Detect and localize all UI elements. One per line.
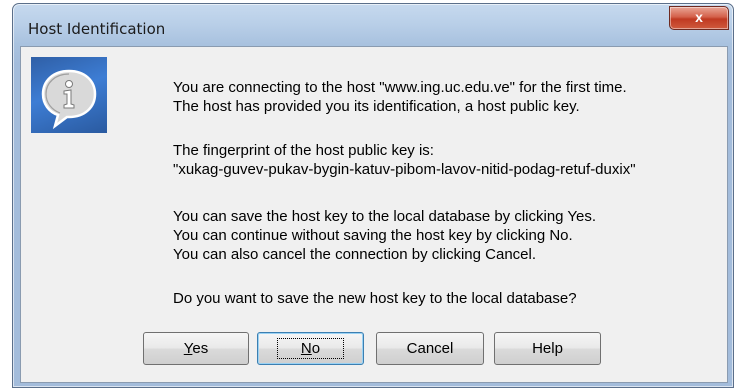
fingerprint-text: "xukag-guvev-pukav-bygin-katuv-pibom-lav… [173, 161, 636, 178]
info-speech-bubble-icon [31, 57, 107, 133]
info-icon-graphic [41, 69, 97, 130]
no-label: o [311, 340, 321, 357]
title-bar[interactable]: Host Identification x [13, 4, 733, 40]
question-text: Do you want to save the new host key to … [173, 290, 577, 307]
no-label-focus: No [276, 338, 345, 359]
cancel-button[interactable]: Cancel [376, 332, 484, 365]
yes-label: es [192, 340, 209, 357]
window-title: Host Identification [28, 20, 166, 38]
message-line-3: The fingerprint of the host public key i… [173, 142, 434, 159]
no-accelerator: N [300, 340, 312, 357]
message-line-5: You can save the host key to the local d… [173, 208, 597, 225]
dialog-body: You are connecting to the host "www.ing.… [20, 46, 728, 383]
help-button[interactable]: Help [494, 332, 601, 365]
message-line-7: You can also cancel the connection by cl… [173, 246, 537, 263]
message-line-6: You can continue without saving the host… [173, 227, 573, 244]
close-button[interactable]: x [669, 6, 729, 30]
no-button[interactable]: No [257, 332, 364, 365]
message-line-1: You are connecting to the host "www.ing.… [173, 79, 627, 96]
yes-button[interactable]: Yes [143, 332, 249, 365]
message-line-2: The host has provided you its identifica… [173, 98, 580, 115]
host-identification-window: Host Identification x You are connecting… [12, 3, 734, 388]
close-icon: x [695, 9, 703, 25]
